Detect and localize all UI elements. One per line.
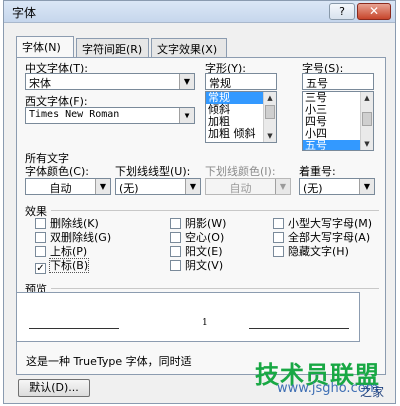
checkbox-label: 阴影(W) — [185, 217, 227, 230]
preview-divider — [51, 288, 379, 289]
preview-baseline-right — [249, 328, 349, 329]
checkbox-box[interactable] — [170, 218, 181, 229]
checkbox-label: 隐藏文字(H) — [288, 245, 349, 258]
chevron-down-icon: ▼ — [179, 74, 194, 89]
close-button[interactable]: ✕ — [357, 3, 391, 20]
underline-color-value: 自动 — [229, 182, 252, 195]
scrollbar-thumb[interactable] — [265, 105, 275, 119]
effects-divider — [51, 210, 379, 211]
outline-checkbox[interactable]: 空心(O) — [170, 232, 224, 245]
font-size-list[interactable]: 三号 小三 四号 小四 五号 ▲ ▼ — [302, 91, 374, 151]
help-button[interactable]: ? — [329, 3, 355, 20]
emphasis-select[interactable]: (无) ▼ — [299, 178, 375, 195]
checkbox-box[interactable] — [170, 232, 181, 243]
checkbox-label: 删除线(K) — [50, 217, 99, 230]
checkbox-box[interactable] — [273, 246, 284, 257]
chevron-down-icon: ▼ — [95, 179, 110, 194]
checkbox-box[interactable] — [273, 232, 284, 243]
checkbox-label: 双删除线(G) — [50, 231, 112, 244]
scroll-up-icon[interactable]: ▲ — [264, 92, 276, 104]
font-description: 这是一种 TrueType 字体，同时适 — [26, 355, 192, 368]
underline-style-label: 下划线线型(U): — [115, 165, 191, 178]
dialog-title: 字体 — [12, 6, 37, 20]
tab-text-effects[interactable]: 文字效果(X) — [151, 38, 227, 57]
tab-font[interactable]: 字体(N) — [16, 36, 74, 57]
font-dialog: 字体 ? ✕ 字体(N) 字符间距(R) 文字效果(X) 中文字体(T): 宋体… — [3, 0, 396, 404]
underline-color-select: 自动 ▼ — [205, 178, 291, 195]
shadow-checkbox[interactable]: 阴影(W) — [170, 218, 226, 231]
chinese-font-select[interactable]: 宋体 ▼ — [25, 73, 195, 90]
strikethrough-checkbox[interactable]: 删除线(K) — [35, 218, 99, 231]
scrollbar-thumb[interactable] — [362, 112, 372, 126]
checkbox-box[interactable] — [273, 218, 284, 229]
scroll-up-icon[interactable]: ▲ — [361, 92, 373, 104]
checkbox-box[interactable]: ✓ — [35, 263, 46, 274]
underline-color-label: 下划线颜色(I): — [205, 165, 276, 178]
font-size-scrollbar[interactable]: ▲ ▼ — [360, 92, 373, 150]
emphasis-value: (无) — [303, 182, 323, 195]
checkbox-box[interactable] — [35, 218, 46, 229]
underline-style-value: (无) — [119, 182, 139, 195]
superscript-checkbox[interactable]: 上标(P) — [35, 246, 87, 259]
hidden-text-checkbox[interactable]: 隐藏文字(H) — [273, 246, 349, 259]
checkbox-label: 下标(B) — [48, 258, 90, 273]
font-size-input[interactable]: 五号 — [302, 73, 374, 90]
checkbox-label: 阳文(E) — [185, 245, 223, 258]
underline-style-select[interactable]: (无) ▼ — [115, 178, 201, 195]
all-caps-checkbox[interactable]: 全部大写字母(A) — [273, 232, 370, 245]
chevron-down-icon: ▼ — [185, 179, 200, 194]
tab-character-spacing[interactable]: 字符间距(R) — [76, 38, 149, 57]
chevron-down-icon: ▼ — [179, 108, 194, 123]
font-style-value: 常规 — [209, 77, 231, 90]
western-font-select[interactable]: Times New Roman ▼ — [25, 107, 195, 124]
default-button[interactable]: 默认(D)... — [18, 379, 90, 397]
chevron-down-icon: ▼ — [359, 179, 374, 194]
font-style-list[interactable]: 常规 倾斜 加粗 加粗 倾斜 ▲ ▼ — [205, 91, 277, 143]
checkbox-box[interactable] — [35, 232, 46, 243]
effects-heading: 效果 — [25, 205, 47, 218]
font-color-select[interactable]: 自动 ▼ — [25, 178, 111, 195]
font-style-scrollbar[interactable]: ▲ ▼ — [263, 92, 276, 142]
scroll-down-icon[interactable]: ▼ — [361, 138, 373, 150]
watermark-suffix: 之家 — [360, 385, 385, 399]
engrave-checkbox[interactable]: 阴文(V) — [170, 260, 223, 273]
check-icon: ✓ — [36, 263, 45, 274]
checkbox-box[interactable] — [35, 246, 46, 257]
preview-baseline-left — [29, 328, 119, 329]
font-color-value: 自动 — [49, 182, 72, 195]
checkbox-label: 阴文(V) — [185, 259, 224, 272]
title-bar: 字体 ? ✕ — [4, 1, 395, 23]
chinese-font-value: 宋体 — [29, 77, 51, 90]
western-font-value: Times New Roman — [29, 109, 120, 120]
emphasis-label: 着重号: — [299, 165, 336, 178]
checkbox-label: 空心(O) — [185, 231, 225, 244]
preview-sample-text: 1 — [202, 318, 208, 328]
preview-box: 1 — [16, 292, 360, 342]
small-caps-checkbox[interactable]: 小型大写字母(M) — [273, 218, 372, 231]
font-size-value: 五号 — [306, 77, 328, 90]
double-strikethrough-checkbox[interactable]: 双删除线(G) — [35, 232, 111, 245]
checkbox-label: 全部大写字母(A) — [288, 231, 371, 244]
font-style-input[interactable]: 常规 — [205, 73, 277, 90]
subscript-checkbox[interactable]: ✓ 下标(B) — [35, 258, 90, 274]
checkbox-label: 小型大写字母(M) — [288, 217, 373, 230]
checkbox-box[interactable] — [170, 260, 181, 271]
checkbox-label: 上标(P) — [50, 245, 88, 258]
font-color-label: 字体颜色(C): — [25, 165, 89, 178]
chevron-down-icon: ▼ — [275, 179, 290, 194]
checkbox-box[interactable] — [170, 246, 181, 257]
emboss-checkbox[interactable]: 阳文(E) — [170, 246, 223, 259]
scroll-down-icon[interactable]: ▼ — [264, 130, 276, 142]
